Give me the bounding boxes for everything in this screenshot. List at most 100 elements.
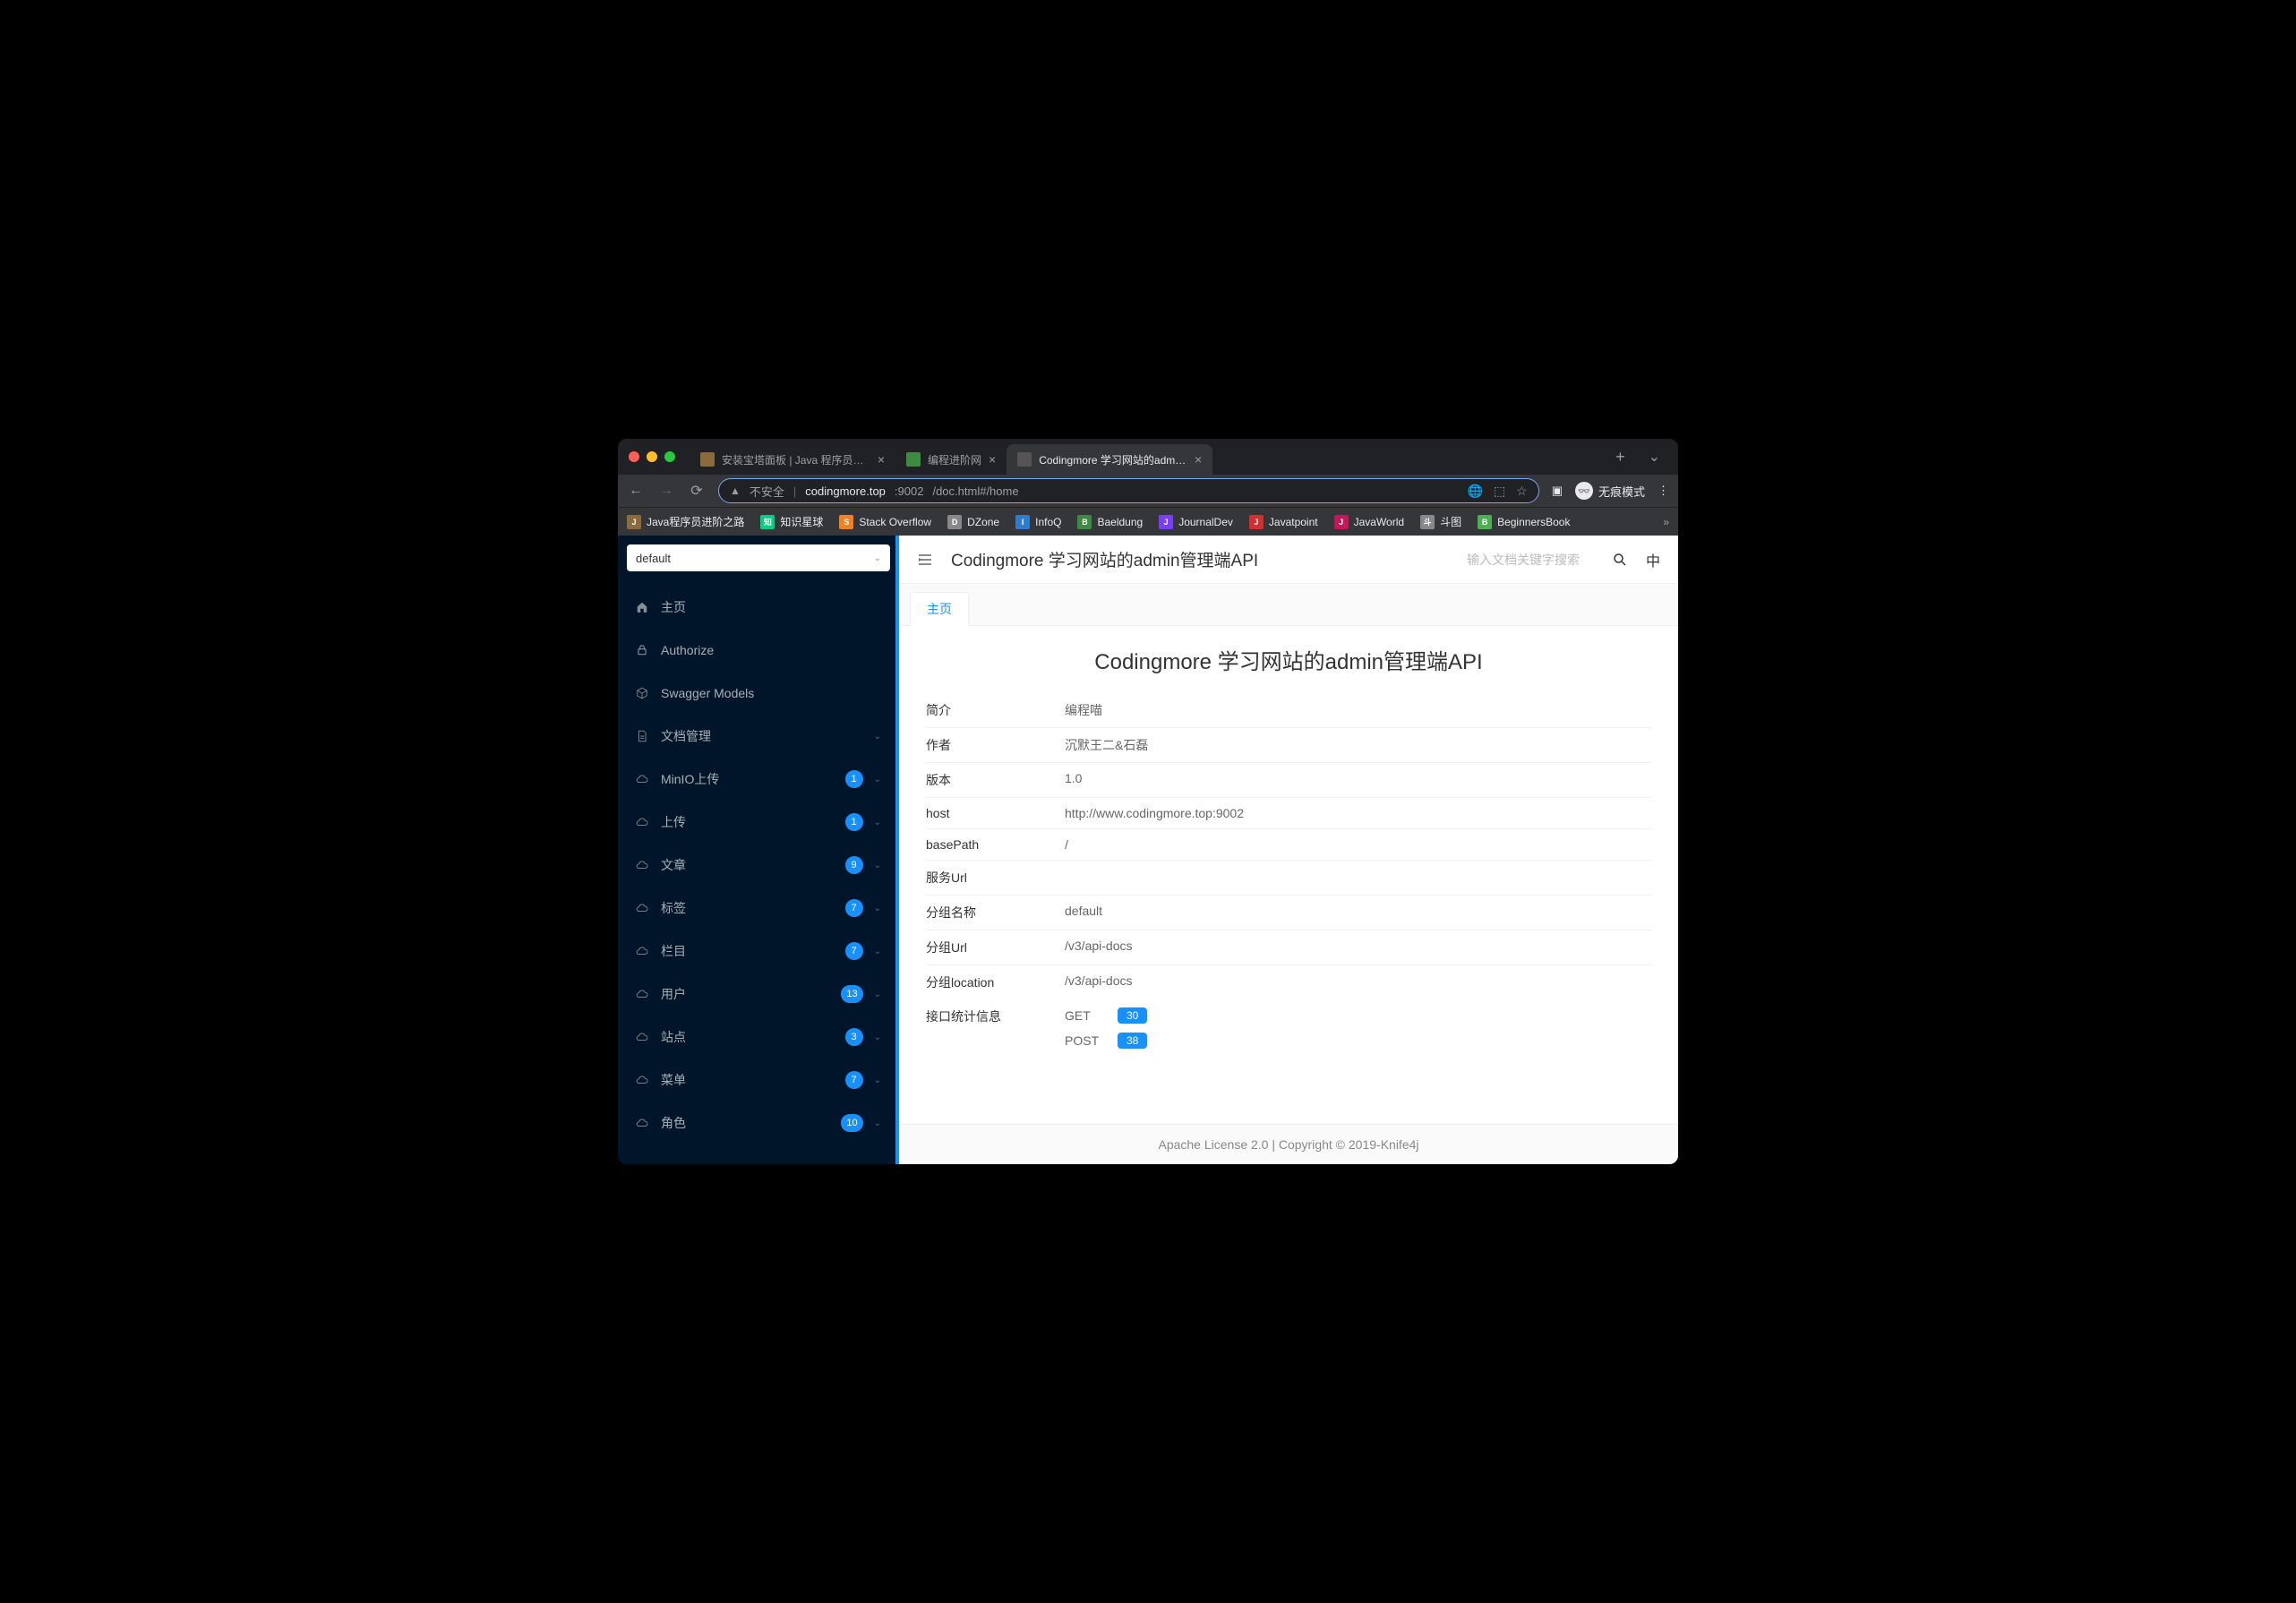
bookmark-label: InfoQ [1035, 516, 1061, 528]
sidebar-item[interactable]: 文档管理⌄ [618, 715, 899, 758]
maximize-window-button[interactable] [664, 451, 675, 462]
incognito-indicator[interactable]: 👓 无痕模式 [1575, 482, 1645, 500]
bookmark-item[interactable]: JJavatpoint [1249, 515, 1318, 529]
page-title: Codingmore 学习网站的admin管理端API [926, 644, 1651, 675]
reload-button[interactable]: ⟳ [688, 482, 706, 500]
info-key: 服务Url [926, 869, 1065, 887]
chevron-down-icon: ⌄ [874, 775, 881, 784]
sidebar-item-label: 角色 [661, 1114, 830, 1132]
back-button[interactable]: ← [627, 483, 645, 499]
bookmark-icon: I [1015, 515, 1030, 529]
info-key: 分组Url [926, 939, 1065, 956]
info-row: 分组location /v3/api-docs [926, 965, 1651, 999]
stat-method: GET [1065, 1008, 1105, 1023]
browser-tab[interactable]: 编程进阶网 × [895, 444, 1007, 475]
sidebar-item[interactable]: 菜单7⌄ [618, 1059, 899, 1102]
cloud-icon [636, 988, 650, 1000]
sidebar-item[interactable]: Authorize [618, 629, 899, 672]
info-row: host http://www.codingmore.top:9002 [926, 798, 1651, 829]
extensions-icon[interactable]: ▣ [1552, 484, 1563, 498]
bookmark-label: JavaWorld [1354, 516, 1404, 528]
sidebar-item[interactable]: 上传1⌄ [618, 801, 899, 844]
bookmark-item[interactable]: I InfoQ [1015, 515, 1061, 529]
bookmark-item[interactable]: BBeginnersBook [1478, 515, 1570, 529]
bookmark-item[interactable]: 知知识星球 [760, 514, 823, 529]
sidebar-item[interactable]: 站点3⌄ [618, 1016, 899, 1059]
bookmark-label: Javatpoint [1269, 516, 1318, 528]
tab-title: Codingmore 学习网站的admin管 [1039, 452, 1187, 467]
gtranslate-icon[interactable]: ⬚ [1494, 484, 1505, 499]
doc-search [1467, 552, 1628, 568]
browser-tab[interactable]: Codingmore 学习网站的admin管 × [1007, 444, 1212, 475]
info-key: 分组location [926, 973, 1065, 991]
search-icon[interactable] [1612, 552, 1628, 568]
info-value: / [1065, 837, 1651, 852]
browser-tabs: 安装宝塔面板 | Java 程序员进阶 × 编程进阶网 × Codingmore… [690, 439, 1599, 475]
sidebar-item[interactable]: Swagger Models [618, 672, 899, 715]
bookmark-label: 知识星球 [780, 514, 823, 529]
browser-tab[interactable]: 安装宝塔面板 | Java 程序员进阶 × [690, 444, 895, 475]
new-tab-button[interactable]: + [1606, 448, 1634, 467]
bookmark-item[interactable]: S Stack Overflow [839, 515, 931, 529]
chevron-down-icon: ⌄ [874, 990, 881, 999]
chevron-down-icon: ⌄ [874, 818, 881, 827]
chevron-down-icon: ⌄ [874, 1033, 881, 1042]
group-select[interactable]: default ⌄ [627, 544, 890, 571]
bookmark-item[interactable]: JJournalDev [1159, 515, 1233, 529]
bookmark-icon: J [1334, 515, 1349, 529]
bookmark-label: Stack Overflow [859, 516, 931, 528]
doc-search-input[interactable] [1467, 553, 1601, 567]
cloud-icon [636, 773, 650, 785]
count-badge: 9 [845, 856, 863, 874]
count-badge: 7 [845, 942, 863, 960]
app-title: Codingmore 学习网站的admin管理端API [951, 547, 1449, 571]
bookmarks-overflow-icon[interactable]: » [1663, 516, 1669, 528]
translate-icon[interactable]: 🌐 [1467, 484, 1482, 499]
close-tab-icon[interactable]: × [1195, 452, 1202, 467]
bookmark-star-icon[interactable]: ☆ [1516, 484, 1528, 499]
bookmark-icon: S [839, 515, 853, 529]
chevron-down-icon: ⌄ [874, 947, 881, 956]
doc-icon [636, 730, 650, 742]
address-bar[interactable]: ▲ 不安全 | codingmore.top:9002/doc.html#/ho… [718, 478, 1539, 503]
sidebar-item[interactable]: 用户13⌄ [618, 973, 899, 1016]
cloud-icon [636, 902, 650, 914]
language-toggle[interactable]: 中 [1646, 549, 1660, 570]
stat-count-badge: 38 [1118, 1033, 1147, 1049]
bookmark-item[interactable]: JJava程序员进阶之路 [627, 514, 744, 529]
bookmark-icon: J [627, 515, 641, 529]
tab-title: 安装宝塔面板 | Java 程序员进阶 [722, 452, 870, 467]
sidebar-item[interactable]: 角色10⌄ [618, 1102, 899, 1144]
stats-values: GET 30POST 38 [1065, 1007, 1651, 1058]
bookmark-icon: 知 [760, 515, 775, 529]
forward-button[interactable]: → [657, 483, 675, 499]
bookmark-item[interactable]: J JavaWorld [1334, 515, 1404, 529]
minimize-window-button[interactable] [647, 451, 657, 462]
sidebar-item-label: 栏目 [661, 942, 835, 960]
stats-label: 接口统计信息 [926, 1007, 1065, 1058]
menu-button[interactable]: ⋮ [1658, 484, 1669, 498]
close-tab-icon[interactable]: × [878, 452, 885, 467]
tabs-overflow-button[interactable]: ⌄ [1641, 448, 1667, 466]
content-area: Codingmore 学习网站的admin管理端API 简介 编程喵作者 沉默王… [899, 626, 1678, 1124]
count-badge: 1 [845, 770, 863, 788]
close-tab-icon[interactable]: × [989, 452, 996, 467]
sidebar-item-label: 主页 [661, 598, 881, 616]
close-window-button[interactable] [629, 451, 639, 462]
stats-row: 接口统计信息 GET 30POST 38 [926, 999, 1651, 1066]
toolbar-end: ▣ 👓 无痕模式 ⋮ [1552, 482, 1669, 500]
bookmark-item[interactable]: DDZone [947, 515, 999, 529]
bookmark-icon: J [1159, 515, 1173, 529]
tab-home[interactable]: 主页 [910, 592, 969, 626]
collapse-sidebar-button[interactable] [917, 552, 933, 568]
sidebar-item[interactable]: 文章9⌄ [618, 844, 899, 887]
stat-row: POST 38 [1065, 1033, 1651, 1049]
sidebar-item[interactable]: 标签7⌄ [618, 887, 899, 930]
bookmark-item[interactable]: BBaeldung [1077, 515, 1143, 529]
sidebar-item[interactable]: MinIO上传1⌄ [618, 758, 899, 801]
bookmark-item[interactable]: 斗斗图 [1420, 514, 1461, 529]
group-select-value: default [636, 552, 671, 565]
sidebar-item[interactable]: 栏目 7 ⌄ [618, 930, 899, 973]
sidebar-item[interactable]: 主页 [618, 586, 899, 629]
count-badge: 3 [845, 1028, 863, 1046]
